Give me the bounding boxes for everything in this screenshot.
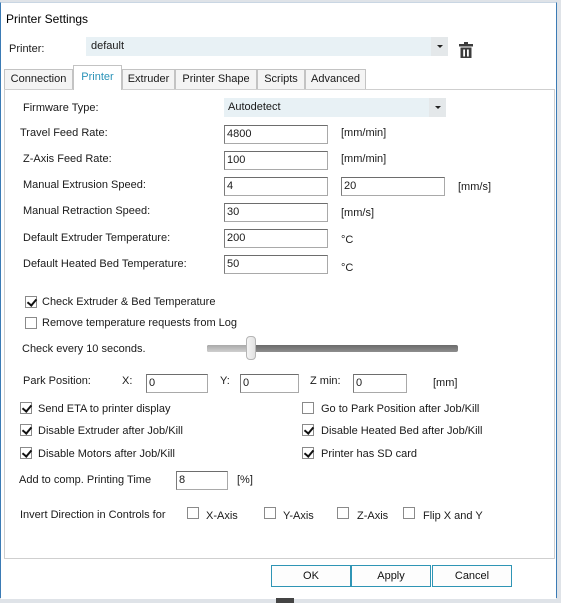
tab-advanced[interactable]: Advanced [305, 69, 366, 90]
printer-settings-window: Printer Settings Printer: default Connec… [0, 2, 557, 599]
invert-direction-label: Invert Direction in Controls for [20, 509, 166, 521]
invert-z-axis-label: Z-Axis [357, 510, 389, 522]
default-bed-temperature-label: Default Heated Bed Temperature: [23, 258, 187, 270]
disable-motors-checkbox[interactable] [20, 447, 32, 459]
park-z-min-label: Z min: [310, 375, 341, 387]
check-interval-slider-thumb[interactable] [245, 336, 256, 360]
invert-y-axis-label: Y-Axis [283, 510, 314, 522]
manual-retraction-speed-label: Manual Retraction Speed: [23, 205, 151, 217]
park-y-input[interactable]: 0 [240, 374, 299, 393]
check-temperature-checkbox[interactable] [25, 296, 37, 308]
printer-has-sd-card-checkbox[interactable] [302, 447, 314, 459]
default-extruder-temperature-input[interactable]: 200 [224, 229, 328, 248]
printing-time-label: Add to comp. Printing Time [19, 474, 152, 486]
remove-temperature-requests-checkbox[interactable] [25, 317, 37, 329]
manual-extrusion-speed-max-input[interactable]: 20 [341, 177, 445, 196]
remove-temperature-requests-label: Remove temperature requests from Log [42, 317, 238, 329]
window-title: Printer Settings [6, 12, 89, 26]
background-window-edge [276, 598, 294, 603]
flip-x-and-y-label: Flip X and Y [423, 510, 483, 522]
printer-select[interactable]: default [86, 37, 448, 56]
send-eta-label: Send ETA to printer display [38, 403, 171, 415]
z-axis-feed-rate-label: Z-Axis Feed Rate: [23, 153, 112, 165]
firmware-type-label: Firmware Type: [23, 102, 99, 114]
z-axis-feed-rate-input[interactable]: 100 [224, 151, 328, 170]
default-extruder-temperature-label: Default Extruder Temperature: [23, 232, 171, 244]
invert-x-axis-checkbox[interactable] [187, 507, 199, 519]
chevron-down-icon [437, 45, 443, 48]
printer-select-value: default [91, 40, 125, 52]
default-bed-temperature-unit: °C [341, 262, 354, 274]
check-interval-label: Check every 10 seconds. [22, 343, 146, 355]
travel-feed-rate-label: Travel Feed Rate: [20, 127, 108, 139]
cancel-button[interactable]: Cancel [432, 565, 512, 587]
manual-extrusion-speed-unit: [mm/s] [458, 181, 491, 193]
go-to-park-checkbox[interactable] [302, 402, 314, 414]
trash-icon[interactable] [459, 42, 473, 58]
manual-extrusion-speed-label: Manual Extrusion Speed: [23, 179, 146, 191]
manual-retraction-speed-unit: [mm/s] [341, 207, 374, 219]
disable-heated-bed-label: Disable Heated Bed after Job/Kill [321, 425, 483, 437]
tab-extruder[interactable]: Extruder [122, 69, 175, 90]
travel-feed-rate-unit: [mm/min] [341, 127, 387, 139]
chevron-down-icon [435, 106, 441, 109]
default-extruder-temperature-unit: °C [341, 234, 354, 246]
printer-label: Printer: [9, 43, 45, 55]
disable-heated-bed-checkbox[interactable] [302, 424, 314, 436]
park-x-input[interactable]: 0 [146, 374, 208, 393]
travel-feed-rate-input[interactable]: 4800 [224, 125, 328, 144]
apply-button[interactable]: Apply [351, 565, 431, 587]
park-z-min-input[interactable]: 0 [353, 374, 407, 393]
go-to-park-label: Go to Park Position after Job/Kill [321, 403, 480, 415]
tab-connection[interactable]: Connection [4, 69, 73, 90]
tab-printer[interactable]: Printer [73, 65, 122, 90]
ok-button[interactable]: OK [271, 565, 351, 587]
park-position-label: Park Position: [23, 375, 91, 387]
manual-retraction-speed-input[interactable]: 30 [224, 203, 328, 222]
firmware-type-select[interactable]: Autodetect [224, 98, 446, 117]
check-interval-slider-fill [207, 345, 251, 352]
check-interval-slider-track[interactable] [207, 345, 458, 352]
printing-time-unit: [%] [237, 474, 253, 486]
manual-extrusion-speed-min-input[interactable]: 4 [224, 177, 328, 196]
disable-extruder-label: Disable Extruder after Job/Kill [38, 425, 183, 437]
disable-extruder-checkbox[interactable] [20, 424, 32, 436]
default-bed-temperature-input[interactable]: 50 [224, 255, 328, 274]
flip-x-and-y-checkbox[interactable] [403, 507, 415, 519]
firmware-dropdown-button[interactable] [429, 98, 446, 117]
printer-has-sd-card-label: Printer has SD card [321, 448, 417, 460]
park-y-label: Y: [220, 375, 230, 387]
tab-printer-shape[interactable]: Printer Shape [175, 69, 257, 90]
invert-z-axis-checkbox[interactable] [337, 507, 349, 519]
park-unit: [mm] [433, 377, 458, 389]
printer-dropdown-button[interactable] [431, 37, 448, 56]
invert-x-axis-label: X-Axis [206, 510, 238, 522]
check-temperature-label: Check Extruder & Bed Temperature [42, 296, 216, 308]
dialog-footer: OK Apply Cancel [1, 559, 556, 599]
disable-motors-label: Disable Motors after Job/Kill [38, 448, 175, 460]
printing-time-input[interactable]: 8 [176, 471, 228, 490]
firmware-type-value: Autodetect [228, 101, 281, 113]
printer-tab-panel: Firmware Type: Autodetect Travel Feed Ra… [4, 89, 555, 559]
z-axis-feed-rate-unit: [mm/min] [341, 153, 387, 165]
tab-scripts[interactable]: Scripts [257, 69, 305, 90]
invert-y-axis-checkbox[interactable] [264, 507, 276, 519]
send-eta-checkbox[interactable] [20, 402, 32, 414]
park-x-label: X: [122, 375, 133, 387]
